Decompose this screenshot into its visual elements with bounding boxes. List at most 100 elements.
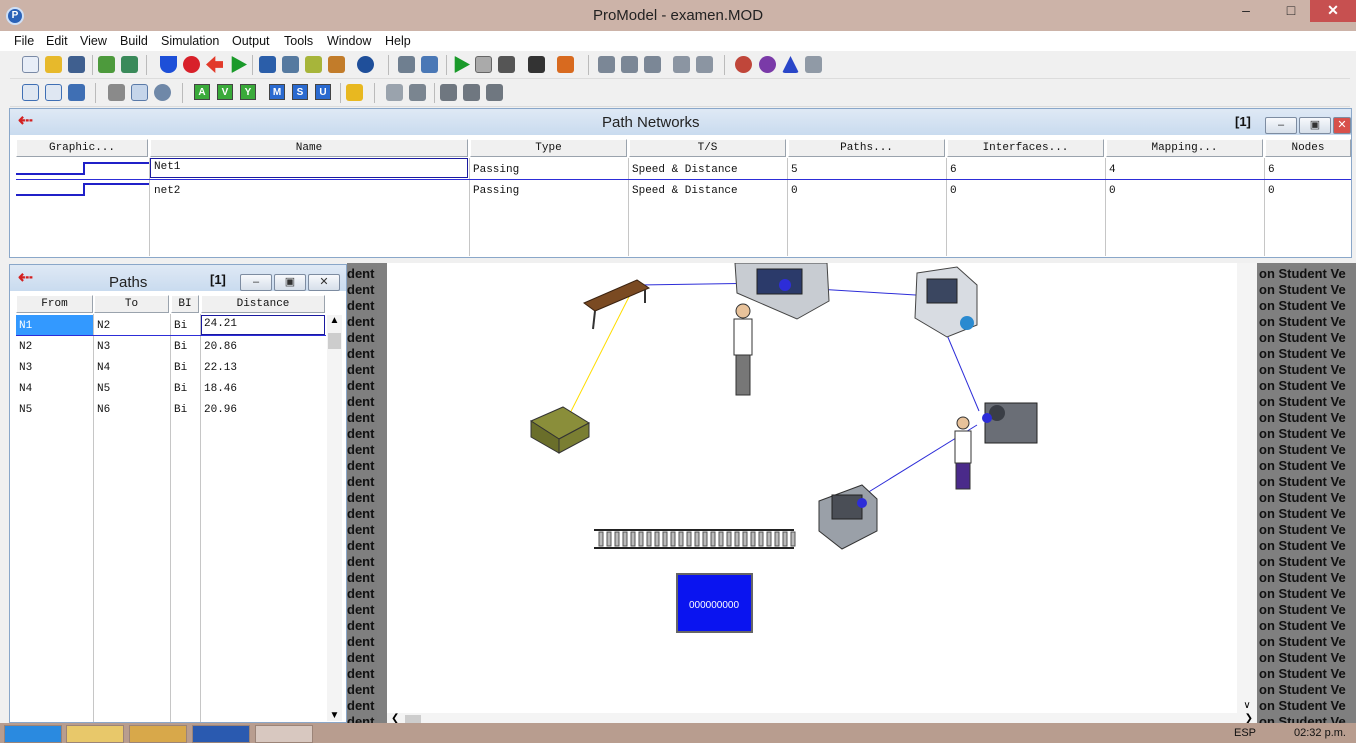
new-file-icon[interactable] xyxy=(22,56,39,73)
row-paths[interactable]: 5 xyxy=(791,164,798,176)
panel-restore-button[interactable]: ▣ xyxy=(1299,117,1331,134)
chrome-taskbar-icon[interactable] xyxy=(129,725,187,743)
row-nodes[interactable]: 0 xyxy=(1268,185,1275,197)
col-nodes[interactable]: Nodes xyxy=(1265,139,1351,157)
cursor-tool-icon[interactable] xyxy=(386,84,403,101)
path-to[interactable]: N4 xyxy=(97,362,110,374)
path-to[interactable]: N6 xyxy=(97,404,110,416)
panel-minimize-button[interactable]: ‒ xyxy=(240,274,272,291)
attributes-icon[interactable]: A xyxy=(194,84,210,100)
info-icon[interactable] xyxy=(357,56,374,73)
resources-icon[interactable] xyxy=(328,56,345,73)
edit-layout-icon[interactable] xyxy=(45,84,62,101)
col-from[interactable]: From xyxy=(16,295,93,313)
view-2-icon[interactable] xyxy=(621,56,638,73)
cnc-machine-2-icon[interactable] xyxy=(914,266,978,338)
word-taskbar-icon[interactable] xyxy=(192,725,250,743)
play-icon[interactable] xyxy=(454,56,470,73)
layout-settings-icon[interactable] xyxy=(68,84,85,101)
col-to[interactable]: To xyxy=(94,295,169,313)
col-mapping[interactable]: Mapping... xyxy=(1106,139,1263,157)
view-1-icon[interactable] xyxy=(598,56,615,73)
operator-icon[interactable] xyxy=(733,303,753,396)
path-from[interactable]: N4 xyxy=(19,383,32,395)
zoom-window-icon[interactable] xyxy=(131,84,148,101)
worker-icon[interactable] xyxy=(954,416,972,490)
vertical-scrollbar[interactable]: ∨ xyxy=(1237,263,1257,713)
row-ts[interactable]: Speed & Distance xyxy=(632,164,738,176)
menu-help[interactable]: Help xyxy=(385,34,411,48)
windows-icon[interactable] xyxy=(421,56,438,73)
distribute-icon[interactable] xyxy=(486,84,503,101)
row-name[interactable]: net2 xyxy=(154,185,180,197)
graph-zoom-icon[interactable] xyxy=(696,56,713,73)
explorer-taskbar-icon[interactable] xyxy=(66,725,124,743)
subroutines-icon[interactable]: S xyxy=(292,84,308,100)
variables-icon[interactable]: V xyxy=(217,84,233,100)
path-from[interactable]: N3 xyxy=(19,362,32,374)
back-arrow-icon[interactable]: ⇠ xyxy=(18,110,33,131)
entities-icon[interactable] xyxy=(282,56,299,73)
stat-fit-icon[interactable] xyxy=(735,56,752,73)
path-to[interactable]: N2 xyxy=(97,320,110,332)
row-mapping[interactable]: 0 xyxy=(1109,185,1116,197)
back-arrow-icon[interactable]: ⇠ xyxy=(18,267,33,288)
promodel-taskbar-icon[interactable] xyxy=(255,725,313,743)
trace-icon[interactable] xyxy=(528,56,545,73)
panel-close-button[interactable]: ✕ xyxy=(1333,117,1351,134)
path-distance[interactable]: 24.21 xyxy=(204,318,237,330)
col-paths[interactable]: Paths... xyxy=(788,139,945,157)
grid-icon[interactable] xyxy=(22,84,39,101)
network-graphic[interactable] xyxy=(16,180,149,200)
col-ts[interactable]: T/S xyxy=(629,139,786,157)
scroll-down-icon[interactable]: ▼ xyxy=(327,710,342,721)
row-type[interactable]: Passing xyxy=(473,164,519,176)
panel-restore-button[interactable]: ▣ xyxy=(274,274,306,291)
path-to[interactable]: N5 xyxy=(97,383,110,395)
row-type[interactable]: Passing xyxy=(473,185,519,197)
path-bi[interactable]: Bi xyxy=(174,404,187,416)
row-interfaces[interactable]: 0 xyxy=(950,185,957,197)
options-icon[interactable] xyxy=(398,56,415,73)
stop-record-icon[interactable] xyxy=(183,56,200,73)
machine-robot-icon[interactable] xyxy=(982,402,1038,444)
triangle-icon[interactable] xyxy=(782,56,799,73)
background-graphics-icon[interactable] xyxy=(409,84,426,101)
row-paths[interactable]: 0 xyxy=(791,185,798,197)
maximize-button[interactable]: □ xyxy=(1275,0,1307,22)
vertical-scrollbar[interactable]: ▲ ▼ xyxy=(327,315,342,721)
graph-icon[interactable] xyxy=(673,56,690,73)
col-bi[interactable]: BI xyxy=(171,295,199,313)
pause-icon[interactable] xyxy=(475,56,492,73)
path-to[interactable]: N3 xyxy=(97,341,110,353)
run-icon[interactable] xyxy=(231,56,247,73)
model-package-icon[interactable] xyxy=(121,56,138,73)
row-mapping[interactable]: 4 xyxy=(1109,164,1116,176)
row-interfaces[interactable]: 6 xyxy=(950,164,957,176)
output-chart-icon[interactable] xyxy=(557,56,574,73)
views-icon[interactable] xyxy=(108,84,125,101)
zoom-magnifier-icon[interactable] xyxy=(154,84,171,101)
menu-file[interactable]: File xyxy=(14,34,34,48)
col-name[interactable]: Name xyxy=(150,139,468,157)
path-bi[interactable]: Bi xyxy=(174,383,187,395)
conveyor-icon[interactable] xyxy=(594,529,796,549)
open-folder-icon[interactable] xyxy=(45,56,62,73)
menu-build[interactable]: Build xyxy=(120,34,148,48)
view-3-icon[interactable] xyxy=(644,56,661,73)
path-distance[interactable]: 20.86 xyxy=(204,341,237,353)
col-interfaces[interactable]: Interfaces... xyxy=(947,139,1104,157)
panel-minimize-button[interactable]: ‒ xyxy=(1265,117,1297,134)
panel-close-button[interactable]: ✕ xyxy=(308,274,340,291)
macros-icon[interactable]: M xyxy=(269,84,285,100)
external-files-icon[interactable] xyxy=(346,84,363,101)
path-bi[interactable]: Bi xyxy=(174,320,187,332)
scroll-down-icon[interactable]: ∨ xyxy=(1237,700,1257,711)
menu-edit[interactable]: Edit xyxy=(46,34,68,48)
menu-tools[interactable]: Tools xyxy=(284,34,313,48)
shield-icon[interactable] xyxy=(160,56,177,73)
stop-icon[interactable] xyxy=(498,56,515,73)
row-name[interactable]: Net1 xyxy=(154,161,180,173)
skype-taskbar-icon[interactable] xyxy=(4,725,62,743)
layout-canvas[interactable]: 000000000 xyxy=(387,262,1257,713)
